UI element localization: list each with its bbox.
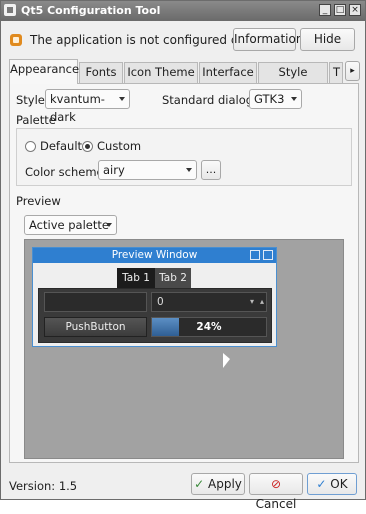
apply-label: Apply [208,477,242,491]
spin-up-icon[interactable]: ▴ [260,293,264,311]
chevron-down-icon [106,223,112,227]
palette-title: Palette [16,113,56,127]
preview-area: Preview Window Tab 1 Tab 2 0 ▾ ▴ PushBut… [24,239,344,459]
preview-progress-bar: 24% [151,317,267,337]
cancel-icon: ⊘ [270,477,282,491]
tab-scroll-right-icon[interactable]: ▸ [345,61,360,81]
window-title: Qt5 Configuration Tool [21,4,161,17]
tab-fonts[interactable]: Fonts [79,62,123,83]
preview-line-edit[interactable] [44,292,147,312]
tab-truncated[interactable]: T [329,62,343,83]
preview-maximize-icon [263,250,273,260]
style-label: Style: [16,93,49,107]
progress-text: 24% [196,321,222,333]
mouse-cursor-icon [223,353,230,368]
ok-button[interactable]: ✓ OK [307,473,357,495]
minimize-icon[interactable]: _ [319,4,331,16]
app-icon [4,4,16,16]
default-radio[interactable] [25,141,36,152]
preview-push-button[interactable]: PushButton [44,317,147,337]
scheme-more-button[interactable]: ... [201,160,221,180]
main-window: Qt5 Configuration Tool _ □ × The applica… [0,0,366,511]
preview-title: Preview [16,194,61,208]
config-warning: The application is not configured correc… [10,28,356,52]
preview-window-title: Preview Window [111,249,198,261]
tab-interface[interactable]: Interface [199,62,257,83]
preview-palette-combo[interactable]: Active palette [24,215,117,235]
warning-icon [10,34,22,46]
cancel-label: Cancel [255,497,297,511]
dialogs-label: Standard dialogs: [162,93,263,107]
default-label: Default [40,139,83,153]
dialogs-value: GTK3 [254,92,285,106]
information-button[interactable]: Information [233,28,303,51]
tab-appearance[interactable]: Appearance [9,59,79,84]
appearance-panel: Style: kvantum-dark Standard dialogs: GT… [9,83,359,463]
footer: Version: 1.5 ✓ Apply ⊘ Cancel ✓ OK [1,471,365,511]
scheme-label: Color scheme: [25,165,108,179]
style-value: kvantum-dark [50,92,105,124]
custom-radio[interactable] [82,141,93,152]
preview-tab-1[interactable]: Tab 1 [117,268,155,288]
tab-bar: Appearance Fonts Icon Theme Interface St… [9,59,361,98]
apply-button[interactable]: ✓ Apply [191,473,245,495]
chevron-down-icon [186,168,192,172]
preview-spinbox[interactable]: 0 ▾ ▴ [151,292,267,312]
ok-label: OK [330,477,348,491]
version-label: Version: 1.5 [9,479,78,493]
cancel-button[interactable]: ⊘ Cancel [249,473,303,511]
scheme-value: airy [103,163,125,177]
spin-down-icon[interactable]: ▾ [250,293,254,311]
preview-spin-value: 0 [157,296,164,308]
palette-group: Default Custom Color scheme: airy ... [16,128,352,186]
custom-label: Custom [97,139,142,153]
close-icon[interactable]: × [349,4,361,16]
preview-tab-2[interactable]: Tab 2 [155,268,191,288]
title-bar[interactable]: Qt5 Configuration Tool _ □ × [1,1,365,21]
ok-check-icon: ✓ [316,477,327,491]
chevron-down-icon [291,97,297,101]
preview-minimize-icon [250,250,260,260]
chevron-down-icon [119,97,125,101]
preview-title-bar: Preview Window [33,248,276,263]
style-combo[interactable]: kvantum-dark [45,89,130,124]
check-icon: ✓ [194,477,205,491]
preview-palette-value: Active palette [29,218,109,232]
hide-button[interactable]: Hide [300,28,355,51]
maximize-icon[interactable]: □ [334,4,346,16]
tab-icon-theme[interactable]: Icon Theme [124,62,198,83]
tab-style-sheets[interactable]: Style Sheets [258,62,328,98]
dialogs-combo[interactable]: GTK3 [249,89,302,109]
preview-window: Preview Window Tab 1 Tab 2 0 ▾ ▴ PushBut… [32,247,277,347]
scheme-combo[interactable]: airy [98,160,197,180]
preview-widgets-panel: 0 ▾ ▴ PushButton 24% [38,288,272,343]
